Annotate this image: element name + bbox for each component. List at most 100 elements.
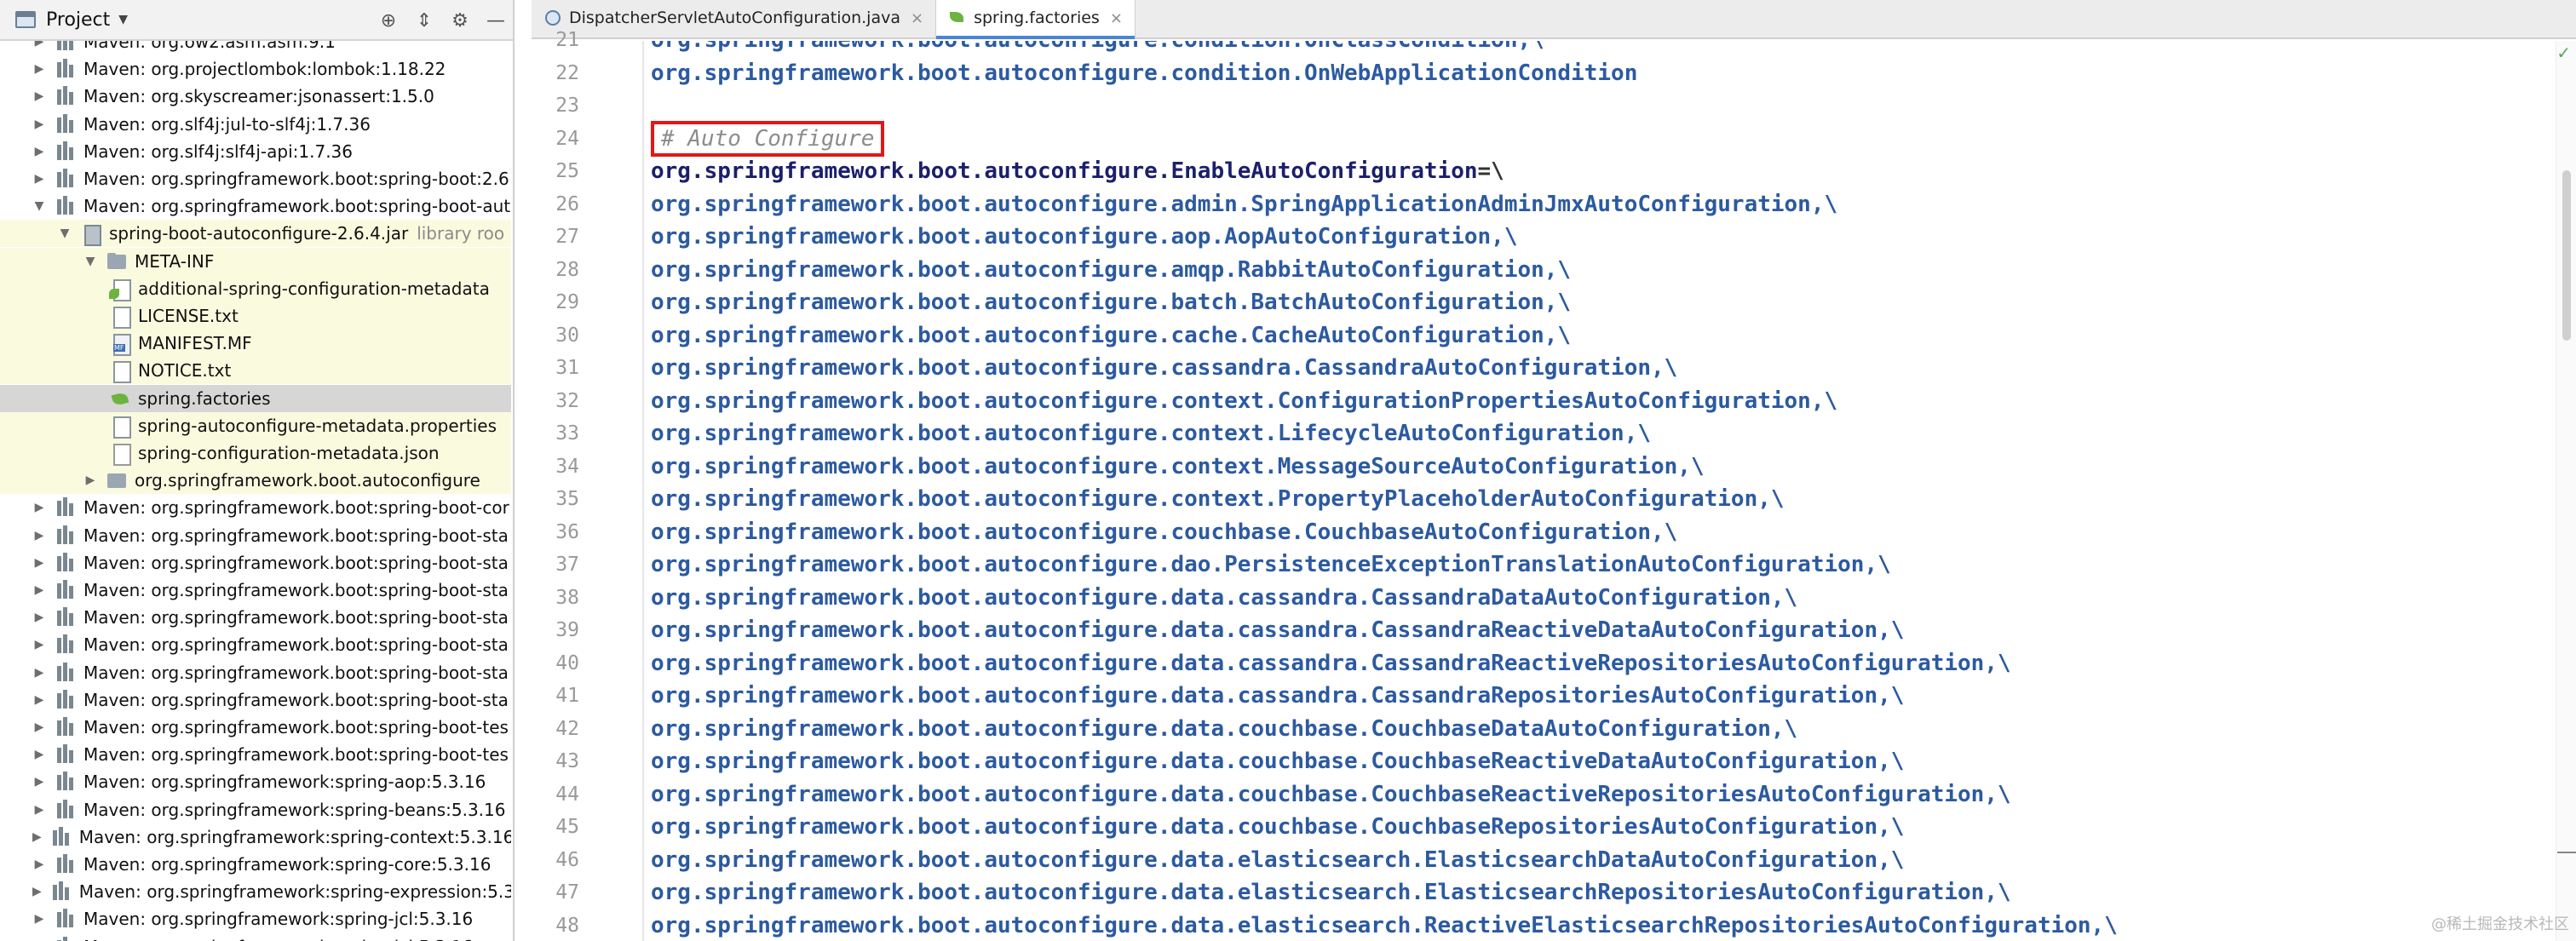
tree-item[interactable]: ▶ Maven: org.springframework.boot:spring-…: [0, 741, 511, 768]
code-area[interactable]: org.springframework.boot.autoconfigure.c…: [651, 41, 2533, 941]
code-line[interactable]: org.springframework.boot.autoconfigure.E…: [651, 155, 1504, 187]
code-line[interactable]: org.springframework.boot.autoconfigure.d…: [651, 647, 2011, 680]
tree-item[interactable]: ▶ org.springframework.boot.autoconfigure: [0, 467, 511, 495]
code-line[interactable]: org.springframework.boot.autoconfigure.a…: [651, 221, 1517, 253]
code-line[interactable]: org.springframework.boot.autoconfigure.d…: [651, 582, 1797, 614]
editor-tab[interactable]: DispatcherServletAutoConfiguration.java ×: [532, 0, 937, 37]
chevron-right-icon[interactable]: ▶: [32, 41, 46, 49]
chevron-right-icon[interactable]: ▶: [32, 62, 46, 76]
close-icon[interactable]: ×: [911, 9, 923, 27]
chevron-right-icon[interactable]: ▶: [32, 912, 46, 926]
code-line[interactable]: org.springframework.boot.autoconfigure.c…: [651, 352, 1677, 384]
tree-item[interactable]: ▶Maven: org.springframework:spring-jcl:5…: [0, 933, 511, 941]
chevron-right-icon[interactable]: ▶: [32, 501, 46, 514]
code-line[interactable]: org.springframework.boot.autoconfigure.c…: [651, 41, 1544, 56]
editor-tab[interactable]: spring.factories ×: [936, 0, 1136, 39]
tree-item[interactable]: ▶ Maven: org.slf4j:jul-to-slf4j:1.7.36: [0, 111, 511, 138]
error-stripe-marker[interactable]: [2557, 852, 2576, 853]
chevron-right-icon[interactable]: ▶: [32, 885, 42, 898]
tree-item[interactable]: ▶ Maven: org.springframework:spring-core:…: [0, 851, 511, 878]
code-line[interactable]: org.springframework.boot.autoconfigure.a…: [651, 254, 1571, 286]
tree-item[interactable]: ▶ Maven: org.springframework.boot:spring-…: [0, 631, 511, 658]
gear-icon[interactable]: ⚙: [446, 7, 474, 34]
tree-item[interactable]: ▶spring-autoconfigure-metadata.propertie…: [0, 411, 511, 439]
locate-icon[interactable]: ⊕: [375, 7, 402, 34]
chevron-right-icon[interactable]: ▶: [32, 638, 46, 651]
chevron-right-icon[interactable]: ▶: [32, 611, 46, 624]
tree-item[interactable]: ▶ Maven: org.springframework.boot:spring-…: [0, 686, 511, 714]
chevron-right-icon[interactable]: ▶: [32, 172, 46, 186]
chevron-right-icon[interactable]: ▶: [83, 473, 97, 487]
tree-item[interactable]: ▶spring-configuration-metadata.json: [0, 439, 511, 467]
chevron-right-icon[interactable]: ▶: [32, 830, 42, 844]
tree-item[interactable]: ▶ Maven: org.skyscreamer:jsonassert:1.5.0: [0, 83, 511, 110]
tree-item[interactable]: ▶ Maven: org.slf4j:slf4j-api:1.7.36: [0, 138, 511, 165]
tree-item[interactable]: ▶ Maven: org.springframework:spring-expre…: [0, 878, 511, 905]
chevron-down-icon[interactable]: ▼: [58, 227, 72, 240]
tree-item[interactable]: ▶ Maven: org.springframework:spring-beans…: [0, 796, 511, 823]
editor-scrollbar[interactable]: [2562, 170, 2571, 341]
tree-item[interactable]: ▶ Maven: org.springframework.boot:spring-…: [0, 659, 511, 686]
code-line[interactable]: org.springframework.boot.autoconfigure.d…: [651, 844, 1904, 876]
tree-item[interactable]: ▶Maven: org.springframework:spring-jcl:5…: [0, 905, 511, 932]
chevron-right-icon[interactable]: ▶: [32, 748, 46, 761]
code-line[interactable]: org.springframework.boot.autoconfigure.d…: [651, 548, 1891, 581]
code-line[interactable]: org.springframework.boot.autoconfigure.c…: [651, 57, 1637, 89]
tree-item[interactable]: ▼ spring-boot-autoconfigure-2.6.4.jar libr…: [0, 220, 511, 248]
collapse-all-icon[interactable]: ⇕: [411, 7, 438, 34]
close-icon[interactable]: ×: [1110, 9, 1123, 27]
tree-item[interactable]: ▶ Maven: org.springframework.boot:spring-…: [0, 577, 511, 604]
chevron-down-icon[interactable]: ▼: [83, 255, 97, 268]
code-line[interactable]: org.springframework.boot.autoconfigure.c…: [651, 385, 1837, 417]
tree-item[interactable]: ▶ Maven: org.springframework.boot:spring-…: [0, 165, 511, 192]
code-line[interactable]: org.springframework.boot.autoconfigure.b…: [651, 286, 1571, 318]
inspection-ok-icon[interactable]: ✓: [2556, 43, 2571, 63]
tree-item[interactable]: ▶ Maven: org.springframework:spring-conte…: [0, 823, 511, 851]
chevron-right-icon[interactable]: ▶: [32, 556, 46, 570]
tree-item[interactable]: ▼ Maven: org.springframework.boot:spring-…: [0, 192, 511, 220]
chevron-right-icon[interactable]: ▶: [32, 583, 46, 597]
tree-item[interactable]: ▶ Maven: org.springframework.boot:spring-…: [0, 549, 511, 577]
tree-item[interactable]: ▶NOTICE.txt: [0, 357, 511, 385]
code-line[interactable]: org.springframework.boot.autoconfigure.d…: [651, 811, 1904, 843]
code-line[interactable]: org.springframework.boot.autoconfigure.d…: [651, 876, 2011, 909]
tree-item[interactable]: ▶ Maven: org.springframework.boot:spring-…: [0, 522, 511, 549]
chevron-right-icon[interactable]: ▶: [32, 529, 46, 542]
tree-item[interactable]: ▶ Maven: org.springframework.boot:spring-…: [0, 714, 511, 741]
tree-item[interactable]: ▶MFMANIFEST.MF: [0, 330, 511, 358]
tree-item[interactable]: ▶spring.factories: [0, 384, 511, 412]
chevron-right-icon[interactable]: ▶: [32, 858, 46, 871]
code-line[interactable]: org.springframework.boot.autoconfigure.d…: [651, 745, 1904, 777]
tree-item[interactable]: ▶ Maven: org.springframework.boot:spring-…: [0, 604, 511, 631]
chevron-right-icon[interactable]: ▶: [32, 145, 46, 158]
code-line[interactable]: org.springframework.boot.autoconfigure.c…: [651, 516, 1677, 548]
hide-icon[interactable]: —: [482, 7, 509, 34]
code-line[interactable]: org.springframework.boot.autoconfigure.a…: [651, 188, 1837, 221]
code-line[interactable]: org.springframework.boot.autoconfigure.d…: [651, 614, 1904, 646]
tree-item-label: Maven: org.springframework.boot:spring-b…: [83, 634, 509, 656]
code-line[interactable]: org.springframework.boot.autoconfigure.c…: [651, 450, 1705, 483]
chevron-right-icon[interactable]: ▶: [32, 693, 46, 707]
tree-item[interactable]: ▶ Maven: org.springframework.boot:spring-…: [0, 494, 511, 521]
chevron-down-icon[interactable]: ▼: [32, 199, 46, 213]
chevron-right-icon[interactable]: ▶: [32, 775, 46, 789]
chevron-right-icon[interactable]: ▶: [32, 89, 46, 103]
tree-item[interactable]: ▼ META-INF: [0, 247, 511, 275]
code-line[interactable]: org.springframework.boot.autoconfigure.c…: [651, 483, 1785, 515]
tree-item[interactable]: ▶ Maven: org.ow2.asm:asm:9.1: [0, 41, 511, 55]
chevron-right-icon[interactable]: ▶: [32, 720, 46, 734]
code-line[interactable]: org.springframework.boot.autoconfigure.c…: [651, 319, 1571, 352]
code-line[interactable]: org.springframework.boot.autoconfigure.d…: [651, 713, 1797, 745]
code-line[interactable]: org.springframework.boot.autoconfigure.d…: [651, 680, 1904, 712]
tree-item[interactable]: ▶LICENSE.txt: [0, 302, 511, 330]
tree-item[interactable]: ▶additional-spring-configuration-metadat…: [0, 274, 511, 302]
tree-item[interactable]: ▶ Maven: org.projectlombok:lombok:1.18.22: [0, 55, 511, 83]
chevron-right-icon[interactable]: ▶: [32, 666, 46, 680]
code-line[interactable]: org.springframework.boot.autoconfigure.d…: [651, 909, 2118, 941]
chevron-right-icon[interactable]: ▶: [32, 118, 46, 131]
code-line[interactable]: org.springframework.boot.autoconfigure.d…: [651, 778, 2011, 811]
chevron-right-icon[interactable]: ▶: [32, 803, 46, 817]
project-view-selector[interactable]: Project ▼: [0, 0, 128, 40]
code-line[interactable]: org.springframework.boot.autoconfigure.c…: [651, 417, 1651, 450]
tree-item[interactable]: ▶ Maven: org.springframework:spring-aop:5…: [0, 768, 511, 795]
